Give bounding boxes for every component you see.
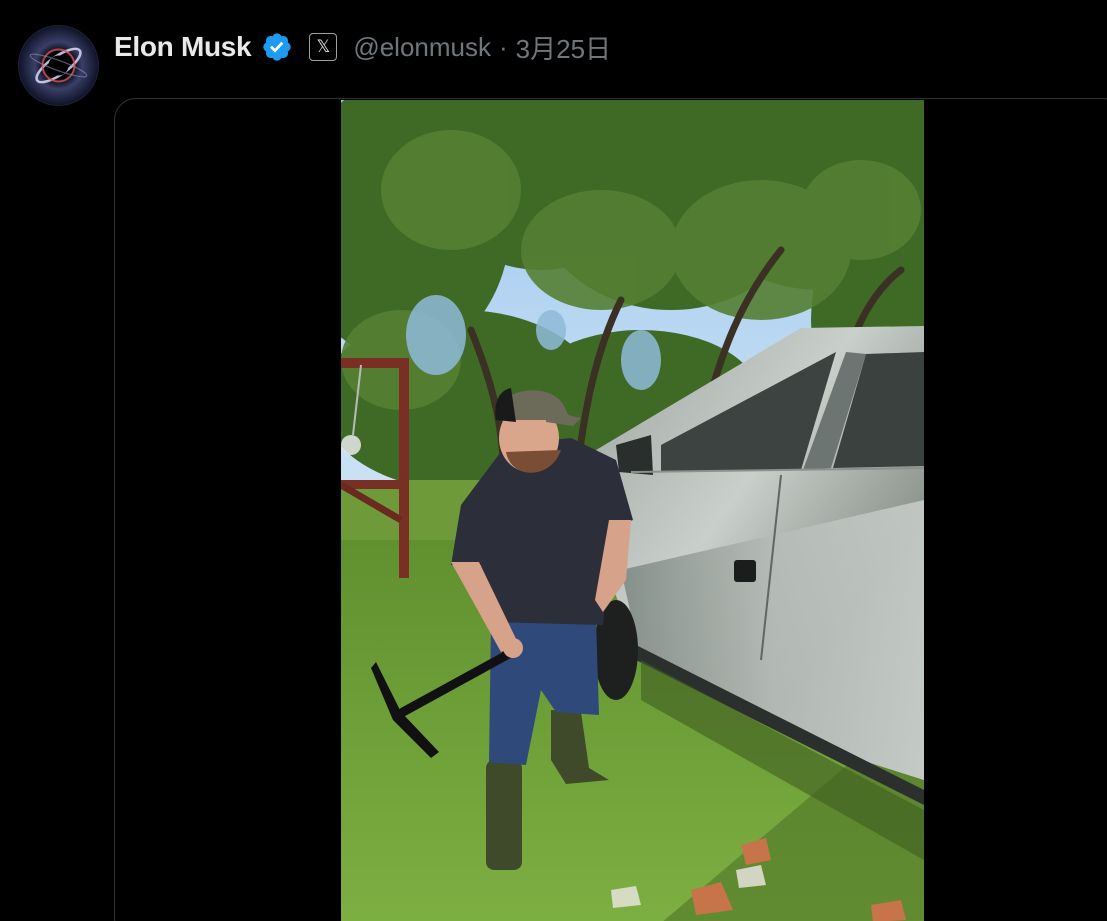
tweet: Elon Musk 𝕏 @elonmusk · 3月25日: [0, 0, 1107, 921]
author-name[interactable]: Elon Musk: [114, 31, 252, 63]
author-handle[interactable]: @elonmusk: [353, 32, 491, 63]
verified-badge-icon[interactable]: [261, 31, 293, 63]
tweet-date[interactable]: 3月25日: [516, 29, 611, 66]
avatar[interactable]: [18, 25, 99, 106]
avatar-image: [19, 26, 98, 105]
video-frame: [341, 100, 924, 921]
media-card[interactable]: [114, 98, 1107, 921]
separator-dot: ·: [499, 31, 508, 62]
video-player[interactable]: [341, 100, 924, 921]
tweet-header: Elon Musk 𝕏 @elonmusk · 3月25日: [114, 29, 611, 65]
x-logo-icon[interactable]: 𝕏: [309, 33, 338, 61]
